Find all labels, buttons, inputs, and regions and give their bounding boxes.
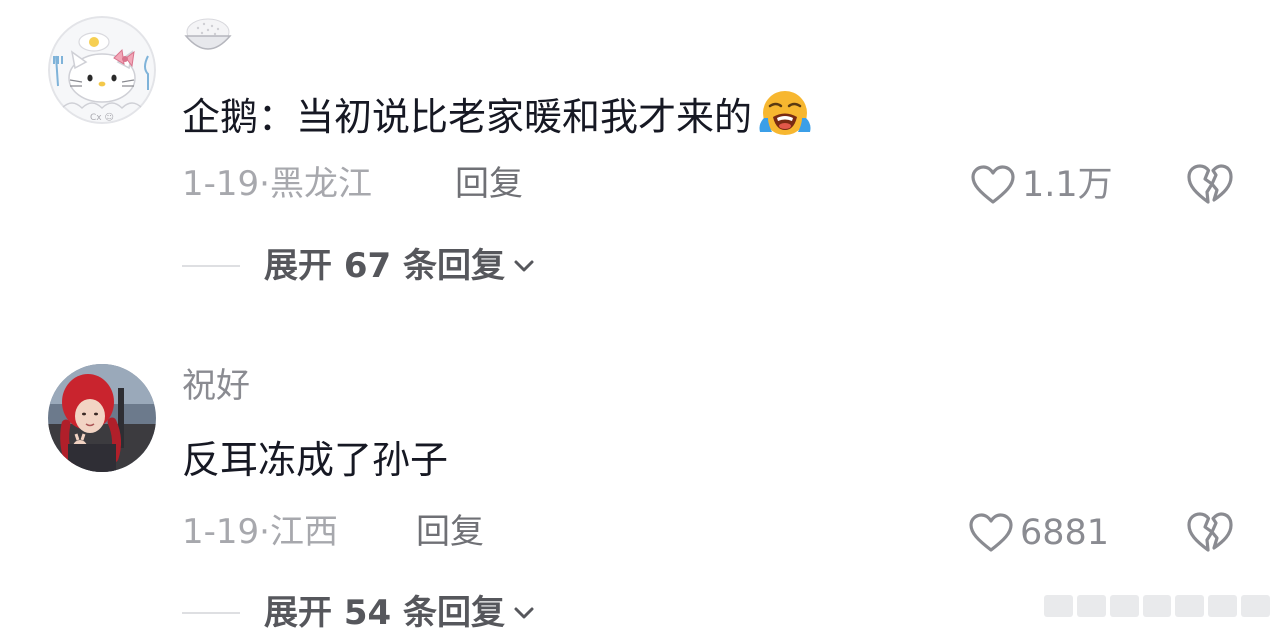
comment-meta: 1-19·江西 xyxy=(182,512,338,552)
reply-button[interactable]: 回复 xyxy=(416,512,484,552)
broken-heart-icon xyxy=(1187,512,1233,552)
like-count: 6881 xyxy=(1020,513,1110,553)
comment-date: 1-19 xyxy=(182,512,260,552)
expand-divider xyxy=(182,612,240,614)
comment-username[interactable]: 祝好 xyxy=(182,366,250,406)
watermark-block xyxy=(1044,595,1073,617)
comment-location: 江西 xyxy=(269,512,338,552)
like-button[interactable]: 6881 xyxy=(968,510,1109,556)
expand-replies-button[interactable]: 展开 54 条回复 xyxy=(182,590,537,636)
watermark-block xyxy=(1076,595,1106,617)
dislike-button[interactable] xyxy=(1186,510,1234,556)
photo-avatar-image xyxy=(48,364,156,472)
watermark-block xyxy=(1142,595,1172,617)
comment-item: 祝好 反耳冻成了孙子 1-19·江西 回复 6881 展开 54 条回复 xyxy=(0,0,1284,633)
heart-icon xyxy=(969,513,1013,552)
watermark-block xyxy=(1208,595,1238,617)
meta-separator: · xyxy=(259,512,270,552)
comment-text: 反耳冻成了孙子 xyxy=(182,438,449,482)
comment-content: 反耳冻成了孙子 xyxy=(182,436,448,484)
watermark-image xyxy=(1044,595,1271,617)
user-avatar[interactable] xyxy=(48,364,156,472)
expand-replies-label: 展开 54 条回复 xyxy=(264,593,505,633)
chevron-down-icon xyxy=(514,607,534,619)
watermark-block xyxy=(1109,595,1139,617)
watermark-block xyxy=(1241,595,1271,617)
watermark-block xyxy=(1175,595,1205,617)
